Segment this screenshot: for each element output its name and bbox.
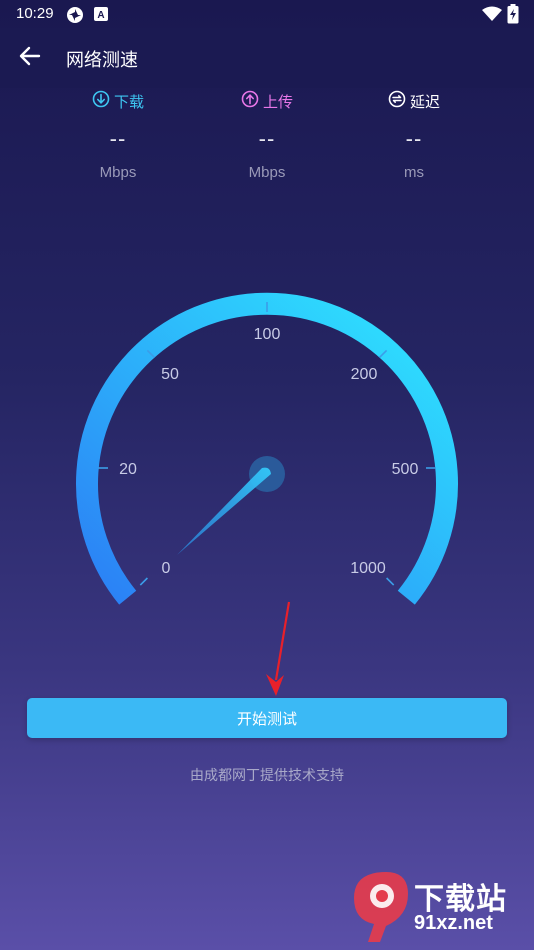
speed-gauge: 0 20 50 100 200 500 1000 — [76, 292, 458, 680]
red-arrow-annotation — [274, 601, 291, 680]
watermark-logo-icon — [354, 872, 408, 942]
credit-text: 由成都网丁提供技术支持 — [190, 768, 344, 784]
gauge-needle — [177, 467, 271, 555]
gauge-label-50: 50 — [161, 366, 179, 383]
gauge-label-100: 100 — [254, 326, 281, 343]
gauge-label-1000: 1000 — [350, 560, 386, 577]
gauge-label-20: 20 — [119, 461, 137, 478]
watermark-logo: 下载站 91xz.net — [346, 866, 526, 946]
start-test-button[interactable]: 开始测试 — [27, 698, 507, 738]
red-arrow-head — [266, 674, 284, 696]
gauge-label-500: 500 — [392, 461, 419, 478]
gauge-label-200: 200 — [351, 366, 378, 383]
gauge-label-0: 0 — [162, 560, 171, 577]
gauge-arc — [76, 292, 458, 605]
watermark-domain: 91xz.net — [414, 912, 493, 934]
